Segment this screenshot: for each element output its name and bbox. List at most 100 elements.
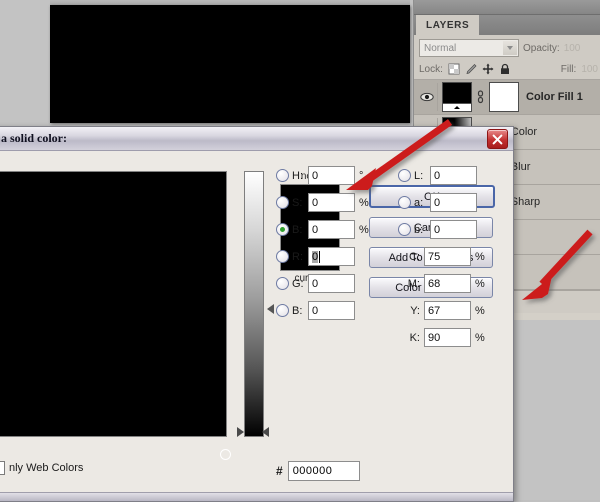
input-k[interactable]: 90 (424, 328, 471, 347)
radio-a[interactable] (398, 196, 411, 209)
table-row[interactable]: Color Fill 1 (414, 80, 600, 115)
field-row-b: B: 0 (267, 300, 396, 321)
radio-lab-b[interactable] (398, 223, 411, 236)
input-r-value: 0 (312, 250, 319, 263)
radio-b[interactable] (276, 304, 289, 317)
label-k: K: (409, 331, 420, 344)
blend-mode-row: Normal Opacity: 100 (414, 35, 600, 59)
layer-name[interactable]: Color Fill 1 (523, 91, 583, 103)
input-b[interactable]: 0 (308, 301, 355, 320)
layer-thumbnail-slider (443, 103, 471, 111)
saturation-value-field[interactable] (0, 171, 231, 460)
label-lab-b: b: (414, 223, 424, 236)
unit-brightness: % (359, 223, 369, 236)
label-c: C: (409, 250, 420, 263)
label-y: Y: (410, 304, 420, 317)
out-of-gamut-indicator-icon (267, 304, 274, 314)
slider-handle-left-icon[interactable] (237, 427, 244, 437)
lab-cmyk-column: L: 0 a: 0 b: 0 C: 75 % M: 68 % Y: 67 % K… (398, 165, 518, 354)
label-a: a: (414, 196, 424, 209)
field-row-y: Y: 67 % (398, 300, 518, 321)
field-row-s: S: 0 % (276, 192, 396, 213)
input-h[interactable]: 0 (308, 166, 355, 185)
field-row-brightness: B: 0 % (276, 219, 396, 240)
only-web-colors-label: nly Web Colors (9, 462, 84, 474)
input-g[interactable]: 0 (308, 274, 355, 293)
hue-slider[interactable] (244, 171, 264, 437)
input-l[interactable]: 0 (430, 166, 477, 185)
lock-label: Lock: (419, 63, 443, 75)
dialog-title: a solid color: (1, 131, 67, 145)
layer-link-icon[interactable] (476, 87, 485, 107)
input-s[interactable]: 0 (308, 193, 355, 212)
hue-slider-wrapper (237, 171, 269, 437)
field-row-h: H: 0 ° (276, 165, 396, 186)
lock-position-icon[interactable] (482, 63, 494, 75)
lock-row: Lock: Fill: 100 (414, 59, 600, 80)
fill-label: Fill: (560, 63, 577, 75)
radio-h[interactable] (276, 169, 289, 182)
tab-layers-label: LAYERS (426, 19, 470, 31)
lock-transparency-icon[interactable] (448, 63, 460, 75)
label-l: L: (414, 169, 424, 182)
eye-icon (420, 92, 434, 102)
radio-r[interactable] (276, 250, 289, 263)
field-row-a: a: 0 (398, 192, 518, 213)
unit-m: % (475, 277, 485, 290)
unit-c: % (475, 250, 485, 263)
hex-field-row: # 000000 (276, 461, 360, 481)
close-icon[interactable] (487, 129, 508, 149)
fill-value[interactable]: 100 (581, 64, 598, 75)
input-y[interactable]: 67 (424, 301, 471, 320)
field-row-l: L: 0 (398, 165, 518, 186)
hex-symbol: # (276, 464, 283, 478)
label-h: H: (292, 169, 303, 182)
radio-g[interactable] (276, 277, 289, 290)
unit-s: % (359, 196, 369, 209)
input-brightness[interactable]: 0 (308, 220, 355, 239)
only-web-colors-checkbox[interactable] (0, 461, 5, 475)
field-row-m: M: 68 % (398, 273, 518, 294)
field-row-c: C: 75 % (398, 246, 518, 267)
panel-tab-row: LAYERS (414, 15, 600, 35)
unit-k: % (475, 331, 485, 344)
input-c[interactable]: 75 (424, 247, 471, 266)
hex-input[interactable]: 000000 (287, 461, 360, 481)
field-row-k: K: 90 % (398, 327, 518, 348)
label-b: B: (292, 304, 303, 317)
blend-mode-select[interactable]: Normal (419, 39, 519, 57)
chevron-down-icon[interactable] (503, 41, 517, 55)
blend-mode-value: Normal (424, 42, 457, 54)
radio-s[interactable] (276, 196, 289, 209)
unit-y: % (475, 304, 485, 317)
document-canvas[interactable] (50, 5, 410, 123)
input-r[interactable]: 0 (308, 247, 355, 266)
only-web-colors-row[interactable]: nly Web Colors (0, 461, 83, 475)
layer-thumbnail[interactable] (442, 82, 472, 112)
hsb-rgb-column: H: 0 ° S: 0 % B: 0 % R: 0 G: 0 B: 0 (267, 165, 396, 327)
lock-image-icon[interactable] (465, 63, 477, 75)
text-caret (319, 250, 321, 263)
lock-all-icon[interactable] (499, 63, 511, 75)
label-g: G: (292, 277, 304, 290)
field-row-r: R: 0 (276, 246, 396, 267)
unit-h: ° (359, 169, 364, 182)
opacity-value[interactable]: 100 (564, 43, 581, 54)
layer-visibility-toggle[interactable] (417, 83, 438, 111)
opacity-label: Opacity: (523, 42, 560, 54)
slider-handle-right-icon[interactable] (262, 427, 269, 437)
input-lab-b[interactable]: 0 (430, 220, 477, 239)
field-row-lab-b: b: 0 (398, 219, 518, 240)
field-row-g: G: 0 (276, 273, 396, 294)
input-m[interactable]: 68 (424, 274, 471, 293)
label-r: R: (292, 250, 303, 263)
sv-field-cursor (220, 449, 231, 460)
panel-dock-titlebar[interactable] (414, 0, 600, 15)
label-s: S: (292, 196, 303, 209)
dialog-titlebar[interactable]: a solid color: (0, 127, 513, 151)
input-a[interactable]: 0 (430, 193, 477, 212)
radio-l[interactable] (398, 169, 411, 182)
tab-layers[interactable]: LAYERS (416, 15, 480, 35)
layer-mask-thumbnail[interactable] (489, 82, 519, 112)
radio-brightness[interactable] (276, 223, 289, 236)
